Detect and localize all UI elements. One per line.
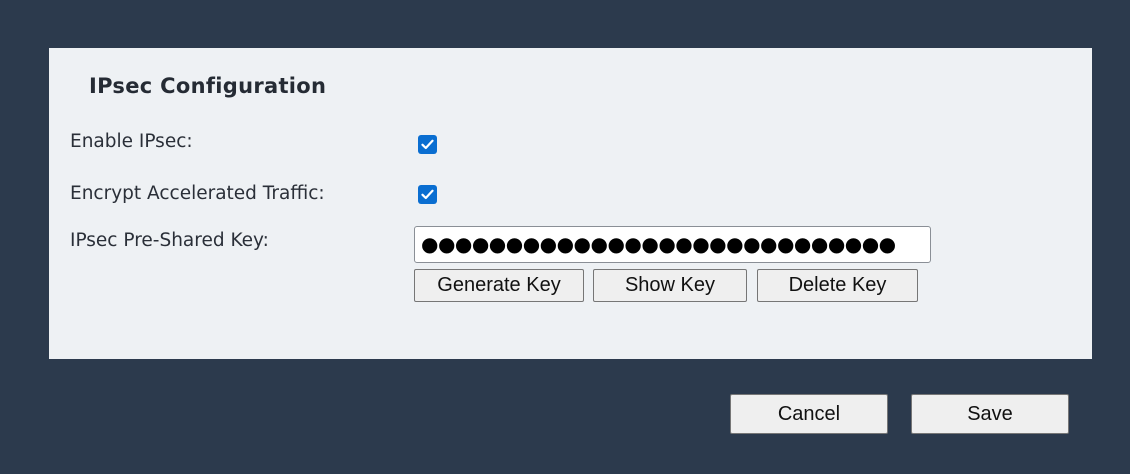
ipsec-config-panel: IPsec Configuration Enable IPsec: Encryp… (49, 48, 1092, 359)
encrypt-accelerated-label: Encrypt Accelerated Traffic: (70, 183, 325, 204)
generate-key-button[interactable]: Generate Key (414, 269, 584, 302)
ipsec-dialog: IPsec Configuration Enable IPsec: Encryp… (0, 0, 1130, 474)
panel-title: IPsec Configuration (89, 74, 327, 98)
encrypt-accelerated-checkbox[interactable] (418, 185, 437, 204)
checkmark-icon (421, 189, 434, 200)
delete-key-button[interactable]: Delete Key (757, 269, 918, 302)
psk-input[interactable]: ●●●●●●●●●●●●●●●●●●●●●●●●●●●● (414, 226, 931, 263)
save-button[interactable]: Save (911, 394, 1069, 434)
cancel-button[interactable]: Cancel (730, 394, 888, 434)
enable-ipsec-checkbox[interactable] (418, 135, 437, 154)
enable-ipsec-label: Enable IPsec: (70, 131, 193, 152)
checkmark-icon (421, 139, 434, 150)
show-key-button[interactable]: Show Key (593, 269, 747, 302)
psk-label: IPsec Pre-Shared Key: (70, 230, 269, 251)
